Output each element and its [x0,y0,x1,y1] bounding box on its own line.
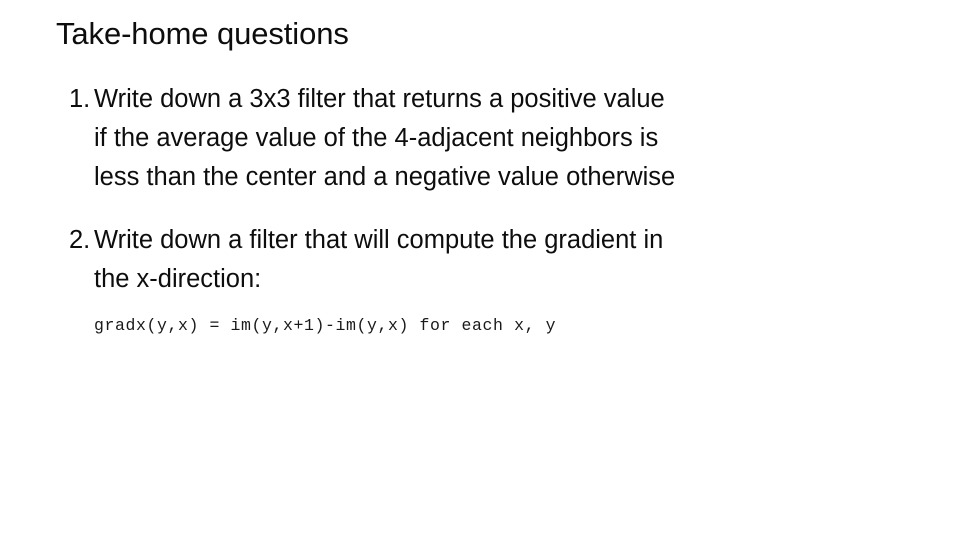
list-item-text: Write down a filter that will compute th… [94,226,664,294]
list-item-marker: 2. [69,226,91,255]
page-title: Take-home questions [56,16,349,51]
list-item-text: Write down a 3x3 filter that returns a p… [94,85,676,191]
list-item: 2. Write down a filter that will compute… [56,221,676,337]
list-item: 1. Write down a 3x3 filter that returns … [56,80,676,196]
list-item-marker: 1. [69,85,91,113]
code-snippet: gradx(y,x) = im(y,x+1)-im(y,x) for each … [94,315,557,335]
slide-canvas: Take-home questions 1. Write down a 3x3 … [0,0,960,540]
slide-body: 1. Write down a 3x3 filter that returns … [56,80,676,337]
question-list: 1. Write down a 3x3 filter that returns … [56,80,676,337]
